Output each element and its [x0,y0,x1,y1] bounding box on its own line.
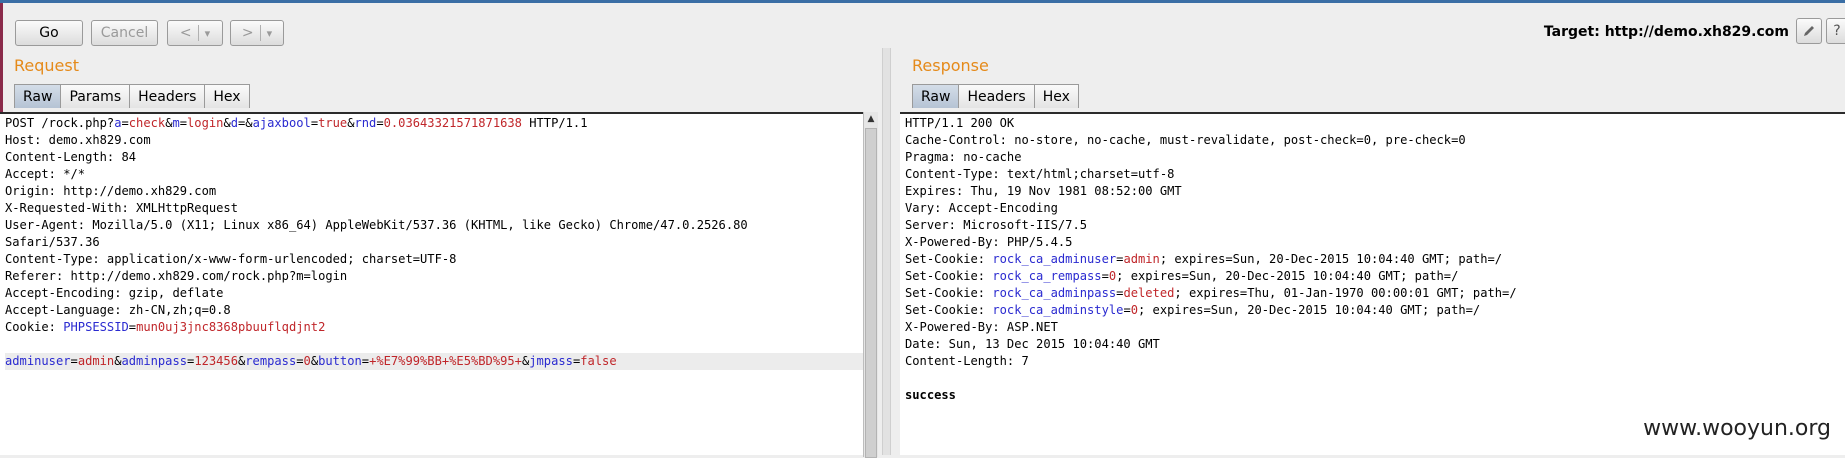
editor-line: Accept-Encoding: gzip, deflate [5,286,224,300]
watermark: www.wooyun.org [1643,416,1831,441]
editor-line: Content-Type: text/html;charset=utf-8 [905,167,1175,181]
back-button[interactable]: < ▾ [167,20,223,46]
cancel-button[interactable]: Cancel [91,20,158,46]
scroll-thumb[interactable] [865,128,877,458]
request-title: Request [14,56,79,75]
tab-raw[interactable]: Raw [14,84,62,108]
editor-line: POST /rock.php?a=check&m=login&d=&ajaxbo… [5,116,588,130]
target-label: Target: [1543,24,1600,40]
response-editor[interactable]: HTTP/1.1 200 OK Cache-Control: no-store, … [900,112,1845,455]
pencil-icon[interactable] [1796,18,1822,44]
window-top-border [0,0,1845,3]
editor-line: User-Agent: Mozilla/5.0 (X11; Linux x86_… [5,218,748,232]
editor-line: Cookie: PHPSESSID=mun0uj3jnc8368pbuuflqd… [5,320,326,334]
forward-button[interactable]: > ▾ [230,20,284,46]
editor-line: Set-Cookie: rock_ca_adminuser=admin; exp… [905,252,1503,266]
editor-line: Safari/537.36 [5,235,100,249]
pane-splitter[interactable] [882,48,891,455]
editor-line: HTTP/1.1 200 OK [905,116,1015,130]
target-url: http://demo.xh829.com [1604,24,1789,40]
response-tabs: Raw Headers Hex [912,84,1079,108]
editor-line: adminuser=admin&adminpass=123456&rempass… [5,353,863,370]
go-button[interactable]: Go [15,20,83,46]
editor-line: Content-Type: application/x-www-form-url… [5,252,457,266]
editor-line: Host: demo.xh829.com [5,133,151,147]
editor-line: Referer: http://demo.xh829.com/rock.php?… [5,269,348,283]
request-tabs: Raw Params Headers Hex [14,84,250,108]
editor-line: Server: Microsoft-IIS/7.5 [905,218,1088,232]
editor-line: X-Requested-With: XMLHttpRequest [5,201,238,215]
go-button-label: Go [39,25,59,41]
forward-arrow-icon: > [241,25,254,41]
editor-line: Cache-Control: no-store, no-cache, must-… [905,133,1466,147]
editor-line: Pragma: no-cache [905,150,1022,164]
back-arrow-icon: < [179,25,192,41]
scroll-up-icon[interactable]: ▲ [864,112,878,126]
editor-line: Origin: http://demo.xh829.com [5,184,217,198]
tab-raw[interactable]: Raw [912,84,960,108]
editor-line: Date: Sun, 13 Dec 2015 10:04:40 GMT [905,337,1160,351]
tab-hex[interactable]: Hex [205,84,250,108]
response-title: Response [912,56,989,75]
editor-line: Set-Cookie: rock_ca_adminpass=deleted; e… [905,286,1517,300]
tab-headers[interactable]: Headers [959,84,1035,108]
request-editor[interactable]: POST /rock.php?a=check&m=login&d=&ajaxbo… [0,112,863,455]
editor-line: Accept-Language: zh-CN,zh;q=0.8 [5,303,231,317]
editor-line: Vary: Accept-Encoding [905,201,1058,215]
editor-line: Set-Cookie: rock_ca_rempass=0; expires=S… [905,269,1459,283]
request-scrollbar[interactable]: ▲ [863,112,878,458]
editor-line: X-Powered-By: PHP/5.4.5 [905,235,1073,249]
tab-hex[interactable]: Hex [1034,84,1079,108]
editor-line: Content-Length: 7 [905,354,1029,368]
tab-params[interactable]: Params [61,84,131,108]
editor-line: success [905,388,956,402]
cancel-button-label: Cancel [100,25,149,41]
tab-headers[interactable]: Headers [130,84,206,108]
target-display: Target: http://demo.xh829.com [1544,24,1789,40]
editor-line: Expires: Thu, 19 Nov 1981 08:52:00 GMT [905,184,1182,198]
back-menu-icon[interactable]: ▾ [205,27,211,40]
help-icon[interactable]: ? [1826,18,1845,44]
editor-line: Set-Cookie: rock_ca_adminstyle=0; expire… [905,303,1481,317]
editor-line: Accept: */* [5,167,86,181]
forward-menu-icon[interactable]: ▾ [267,27,273,40]
editor-line: X-Powered-By: ASP.NET [905,320,1058,334]
editor-line: Content-Length: 84 [5,150,137,164]
